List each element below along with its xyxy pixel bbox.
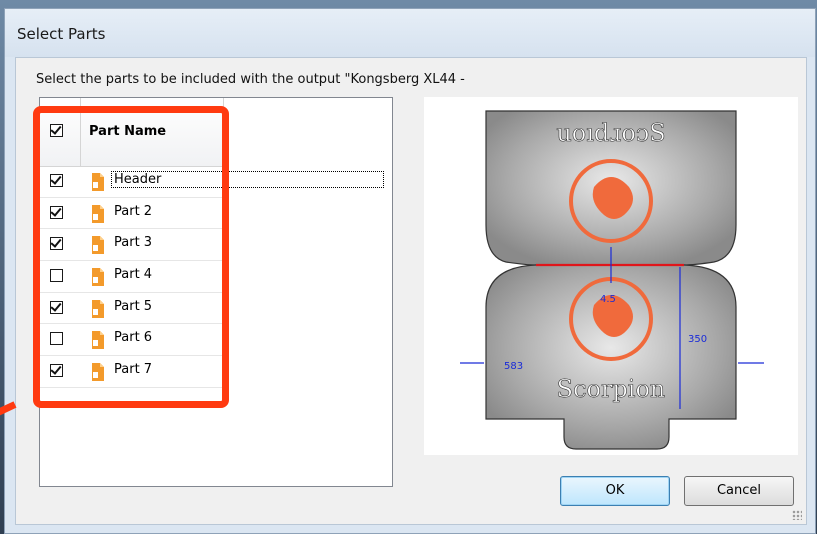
column-divider[interactable]: [223, 98, 224, 166]
part-preview: uoıdɹoɔS Scorpion 4.5 350 583: [424, 97, 798, 455]
list-item[interactable]: Part 6: [40, 324, 223, 357]
part-checkbox[interactable]: [50, 332, 63, 346]
resize-grip[interactable]: [792, 510, 802, 520]
dimension-height-label: 350: [688, 334, 707, 345]
part-name-label: Part 6: [114, 330, 153, 346]
select-parts-dialog: Select Parts Select the parts to be incl…: [0, 8, 816, 534]
checkbox-box: [50, 124, 63, 137]
preview-drawing: uoıdɹoɔS Scorpion 4.5 350 583: [460, 110, 764, 450]
part-checkbox[interactable]: [50, 237, 63, 251]
document-orange-icon: [90, 299, 106, 322]
checkbox-box: [50, 300, 63, 314]
select-all-checkbox[interactable]: [50, 124, 63, 137]
list-item[interactable]: Part 7: [40, 356, 223, 388]
list-item[interactable]: Part 4: [40, 261, 223, 293]
bottom-logo-text: Scorpion: [557, 375, 666, 403]
column-header-part-name[interactable]: Part Name: [89, 124, 166, 139]
part-name-label: Part 7: [114, 362, 153, 378]
part-checkbox[interactable]: [50, 300, 63, 314]
checkbox-box: [50, 174, 63, 187]
part-name-label: Header: [111, 171, 384, 188]
list-item[interactable]: Part 2: [40, 198, 223, 230]
dimension-width-label: 583: [504, 361, 523, 372]
list-item[interactable]: Header: [40, 166, 384, 198]
checkbox-box: [50, 269, 63, 283]
column-divider: [80, 98, 81, 166]
part-checkbox[interactable]: [50, 174, 63, 187]
dialog-body: Select the parts to be included with the…: [15, 57, 807, 525]
document-orange-icon: [90, 268, 106, 290]
part-name-label: Part 3: [114, 235, 153, 251]
part-name-label: Part 2: [114, 203, 153, 219]
window-title: Select Parts: [17, 25, 106, 43]
document-orange-icon: [90, 173, 106, 195]
checkbox-box: [50, 364, 63, 378]
ok-button[interactable]: OK: [560, 476, 670, 506]
part-name-label: Part 5: [114, 298, 153, 314]
part-checkbox[interactable]: [50, 205, 63, 219]
list-item[interactable]: Part 3: [40, 229, 223, 262]
list-item[interactable]: Part 5: [40, 293, 223, 325]
top-logo-text: uoıdɹoɔS: [556, 119, 665, 147]
list-header: Part Name: [40, 98, 224, 167]
checkbox-box: [50, 332, 63, 346]
document-orange-icon: [90, 236, 106, 258]
part-name-label: Part 4: [114, 267, 153, 283]
dimension-gap-label: 4.5: [600, 294, 616, 305]
part-checkbox[interactable]: [50, 269, 63, 283]
cancel-button[interactable]: Cancel: [684, 476, 794, 506]
document-orange-icon: [90, 331, 106, 353]
part-checkbox[interactable]: [50, 364, 63, 378]
document-orange-icon: [90, 363, 106, 385]
checkbox-box: [50, 205, 63, 219]
parts-list[interactable]: Part Name Header Part 2 Part 3 Part 4 Part 5…: [39, 97, 393, 487]
instruction-text: Select the parts to be included with the…: [36, 72, 465, 87]
parts-rows: Header Part 2 Part 3 Part 4 Part 5 Part 6 Part…: [40, 166, 384, 388]
checkbox-box: [50, 237, 63, 251]
title-bar: Select Parts: [5, 9, 815, 57]
document-orange-icon: [90, 204, 106, 227]
